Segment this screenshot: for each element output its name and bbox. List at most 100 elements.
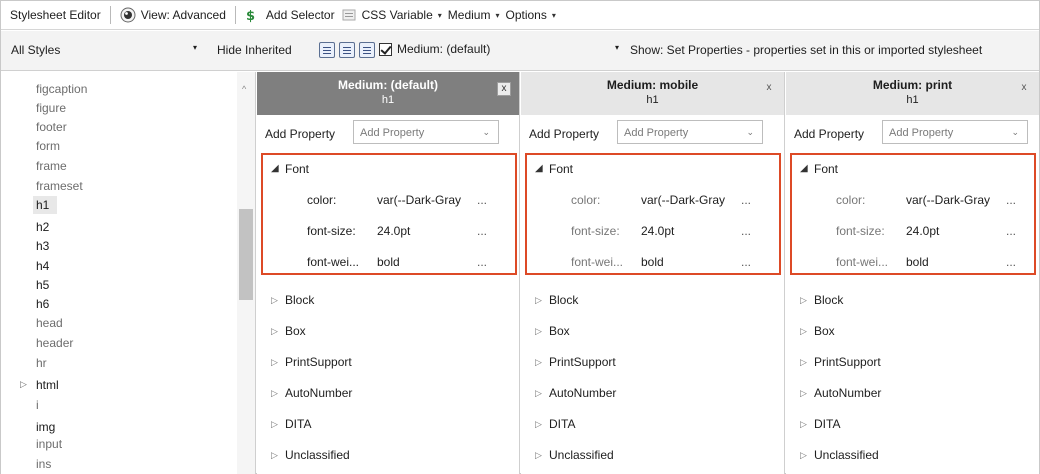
collapse-arrow-icon[interactable]: ◢: [271, 163, 279, 174]
expand-arrow-icon[interactable]: ▷: [800, 388, 807, 399]
list-view-icon[interactable]: [319, 42, 335, 58]
more-button[interactable]: ...: [477, 224, 487, 238]
expand-arrow-icon[interactable]: ▷: [271, 295, 278, 306]
property-group[interactable]: Unclassified: [285, 448, 350, 462]
collapse-arrow-icon[interactable]: ◢: [800, 163, 808, 174]
property-group[interactable]: Box: [814, 324, 835, 338]
property-group[interactable]: DITA: [549, 417, 575, 431]
hide-inherited-button[interactable]: Hide Inherited: [217, 43, 292, 57]
more-button[interactable]: ...: [1006, 255, 1016, 269]
tree-item[interactable]: h6: [36, 296, 49, 312]
expand-arrow-icon[interactable]: ▷: [535, 326, 542, 337]
tree-item[interactable]: frameset: [36, 178, 83, 194]
stylesheet-editor-menu[interactable]: Stylesheet Editor: [7, 4, 104, 26]
tree-item[interactable]: h5: [36, 277, 49, 293]
property-group[interactable]: Box: [285, 324, 306, 338]
collapse-arrow-icon[interactable]: ◢: [535, 163, 543, 174]
more-button[interactable]: ...: [741, 255, 751, 269]
view-menu[interactable]: View: Advanced: [117, 4, 229, 26]
tree-item[interactable]: form: [36, 138, 60, 154]
property-group[interactable]: Block: [814, 293, 843, 307]
property-value[interactable]: var(--Dark-Gray: [641, 193, 731, 207]
tree-item[interactable]: hr: [36, 355, 47, 371]
copy-view-icon[interactable]: [339, 42, 355, 58]
tree-item[interactable]: i: [36, 397, 39, 413]
scroll-up-arrow-icon[interactable]: ^: [242, 84, 246, 94]
property-group[interactable]: PrintSupport: [285, 355, 352, 369]
expand-arrow-icon[interactable]: ▷: [271, 450, 278, 461]
tree-item[interactable]: input: [36, 436, 62, 452]
more-button[interactable]: ...: [477, 255, 487, 269]
property-group[interactable]: PrintSupport: [549, 355, 616, 369]
show-filter-select[interactable]: Show: Set Properties - properties set in…: [630, 43, 982, 57]
expand-arrow-icon[interactable]: ▷: [535, 357, 542, 368]
chevron-down-icon[interactable]: ▾: [615, 43, 619, 52]
property-group[interactable]: Unclassified: [549, 448, 614, 462]
tree-item[interactable]: html: [36, 377, 59, 393]
tree-item[interactable]: footer: [36, 119, 67, 135]
property-value[interactable]: var(--Dark-Gray: [906, 193, 996, 207]
expand-arrow-icon[interactable]: ▷: [800, 450, 807, 461]
expand-arrow-icon[interactable]: ▷: [535, 388, 542, 399]
more-button[interactable]: ...: [1006, 224, 1016, 238]
tree-item[interactable]: header: [36, 335, 73, 351]
medium-default-checkbox[interactable]: Medium: (default): [379, 42, 490, 56]
expand-arrow-icon[interactable]: ▷: [535, 419, 542, 430]
property-group[interactable]: Unclassified: [814, 448, 879, 462]
close-icon[interactable]: x: [497, 82, 511, 96]
chevron-down-icon[interactable]: ▾: [193, 43, 197, 52]
medium-menu[interactable]: Medium ▾: [445, 4, 503, 26]
tree-item[interactable]: h2: [36, 219, 49, 235]
tree-item[interactable]: ins: [36, 456, 51, 472]
expand-arrow-icon[interactable]: ▷: [271, 388, 278, 399]
property-value[interactable]: bold: [906, 255, 996, 269]
property-group-font[interactable]: Font: [285, 162, 309, 176]
chevron-down-icon[interactable]: ⌄: [1011, 127, 1019, 138]
styles-filter-select[interactable]: All Styles: [11, 43, 60, 57]
expand-arrow-icon[interactable]: ▷: [800, 357, 807, 368]
property-value[interactable]: 24.0pt: [377, 224, 467, 238]
tree-item[interactable]: h3: [36, 238, 49, 254]
add-property-combobox[interactable]: Add Property ⌄: [882, 120, 1028, 144]
expand-arrow-icon[interactable]: ▷: [800, 295, 807, 306]
property-value[interactable]: bold: [377, 255, 467, 269]
expand-arrow-icon[interactable]: ▷: [271, 419, 278, 430]
property-group[interactable]: PrintSupport: [814, 355, 881, 369]
expand-arrow-icon[interactable]: ▷: [800, 326, 807, 337]
tree-item[interactable]: figure: [36, 100, 66, 116]
tree-item[interactable]: img: [36, 419, 55, 435]
property-group[interactable]: AutoNumber: [549, 386, 616, 400]
css-variable-button[interactable]: CSS Variable ▾: [338, 4, 445, 26]
tree-item[interactable]: head: [36, 315, 63, 331]
property-value[interactable]: 24.0pt: [906, 224, 996, 238]
tree-item[interactable]: h4: [36, 258, 49, 274]
property-group[interactable]: AutoNumber: [814, 386, 881, 400]
property-value[interactable]: 24.0pt: [641, 224, 731, 238]
close-icon[interactable]: x: [1017, 82, 1031, 96]
property-group[interactable]: Block: [549, 293, 578, 307]
expand-arrow-icon[interactable]: ▷: [271, 357, 278, 368]
more-button[interactable]: ...: [741, 193, 751, 207]
options-menu[interactable]: Options ▾: [502, 4, 558, 26]
more-button[interactable]: ...: [741, 224, 751, 238]
tree-item[interactable]: figcaption: [36, 81, 87, 97]
expand-arrow-icon[interactable]: ▷: [800, 419, 807, 430]
tree-item[interactable]: frame: [36, 158, 67, 174]
expand-arrow-icon[interactable]: ▷: [20, 379, 27, 390]
expand-arrow-icon[interactable]: ▷: [271, 326, 278, 337]
property-group[interactable]: AutoNumber: [285, 386, 352, 400]
property-group-font[interactable]: Font: [549, 162, 573, 176]
tree-item-selected[interactable]: h1: [36, 197, 49, 213]
property-group-font[interactable]: Font: [814, 162, 838, 176]
add-property-combobox[interactable]: Add Property ⌄: [353, 120, 499, 144]
more-button[interactable]: ...: [477, 193, 487, 207]
property-group[interactable]: DITA: [285, 417, 311, 431]
expand-arrow-icon[interactable]: ▷: [535, 450, 542, 461]
add-property-combobox[interactable]: Add Property ⌄: [617, 120, 763, 144]
expand-arrow-icon[interactable]: ▷: [535, 295, 542, 306]
property-value[interactable]: bold: [641, 255, 731, 269]
property-group[interactable]: Box: [549, 324, 570, 338]
property-group[interactable]: DITA: [814, 417, 840, 431]
chevron-down-icon[interactable]: ⌄: [746, 127, 754, 138]
chevron-down-icon[interactable]: ⌄: [482, 127, 490, 138]
